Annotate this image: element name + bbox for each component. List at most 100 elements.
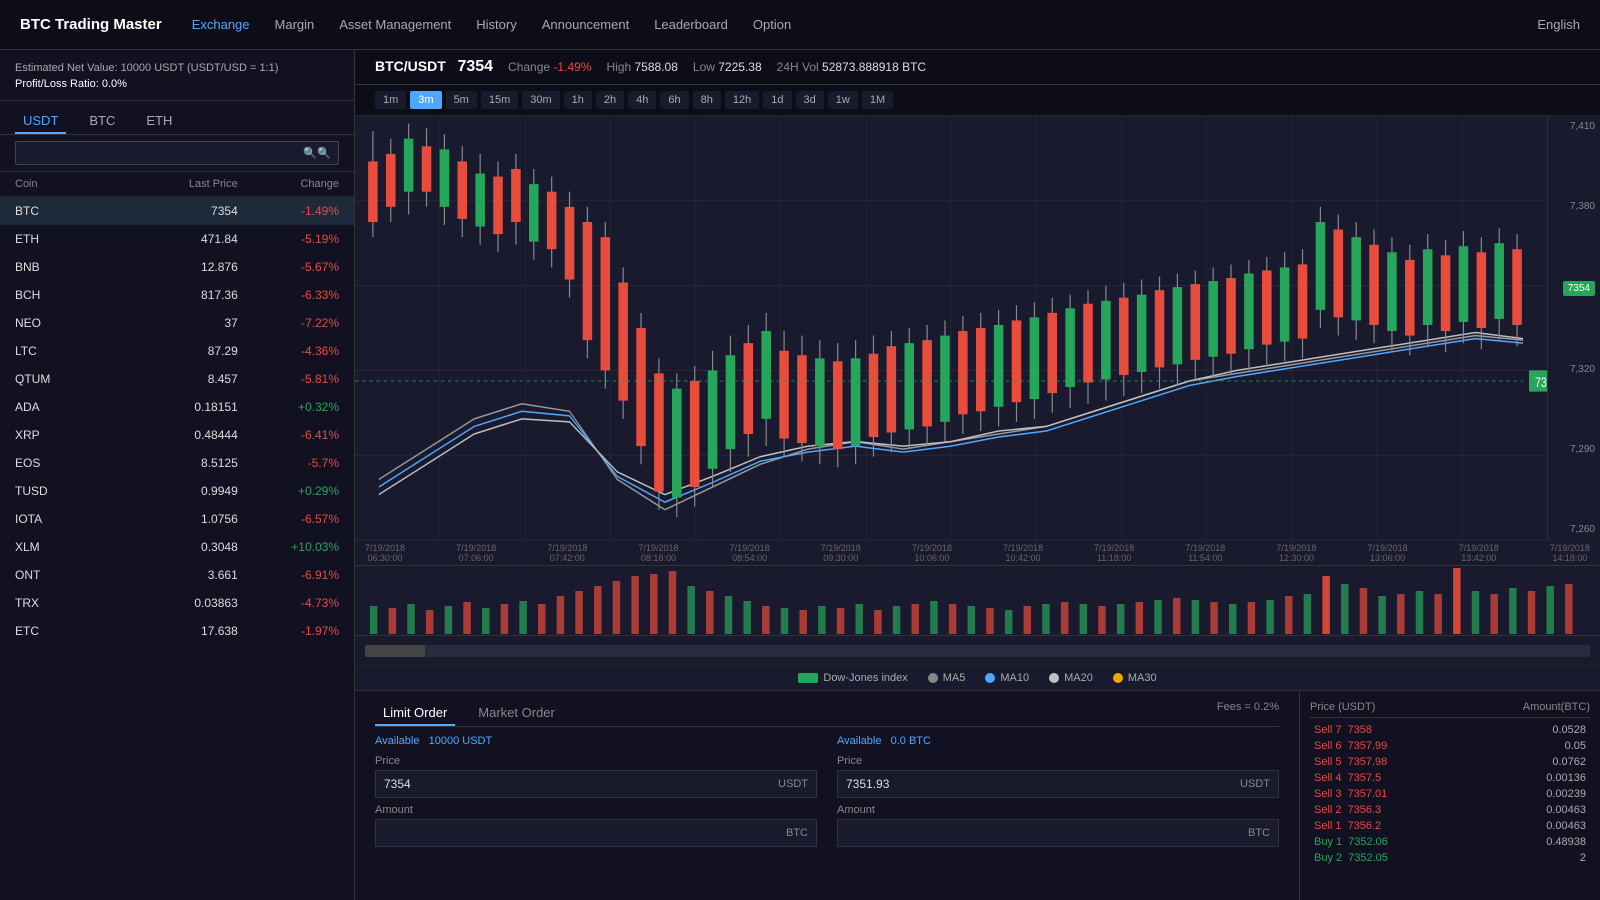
time-btn-3m[interactable]: 3m — [410, 91, 441, 109]
scroll-track — [365, 645, 1590, 657]
ob-buy-row[interactable]: Buy 27352.052 — [1310, 850, 1590, 866]
scroll-thumb[interactable] — [365, 645, 425, 657]
coin-change: -6.33% — [238, 288, 339, 302]
tab-btc[interactable]: BTC — [81, 109, 123, 134]
nav-option[interactable]: Option — [753, 17, 791, 32]
ob-sell-label: Sell 4 — [1314, 772, 1342, 784]
coin-row[interactable]: ONT 3.661 -6.91% — [0, 561, 354, 589]
ob-sell-row[interactable]: Sell 37357.010.00239 — [1310, 786, 1590, 802]
coin-change: +0.29% — [238, 484, 339, 498]
time-btn-3d[interactable]: 3d — [796, 91, 824, 109]
coin-price: 17.638 — [116, 624, 238, 638]
sell-available: Available 0.0 BTC — [837, 735, 1279, 747]
coin-name: XLM — [15, 540, 116, 554]
coin-row[interactable]: XLM 0.3048 +10.03% — [0, 533, 354, 561]
nav-history[interactable]: History — [476, 17, 516, 32]
ob-sell-row[interactable]: Sell 67357.990.05 — [1310, 738, 1590, 754]
tab-market-order[interactable]: Market Order — [470, 701, 563, 726]
nav-leaderboard[interactable]: Leaderboard — [654, 17, 728, 32]
coin-name: IOTA — [15, 512, 116, 526]
time-btn-8h[interactable]: 8h — [693, 91, 721, 109]
coin-name: TRX — [15, 596, 116, 610]
sell-amount-input[interactable] — [838, 820, 1240, 846]
coin-row[interactable]: ETH 471.84 -5.19% — [0, 225, 354, 253]
time-btn-4h[interactable]: 4h — [628, 91, 656, 109]
coin-price: 12.876 — [116, 260, 238, 274]
coin-row[interactable]: ETC 17.638 -1.97% — [0, 617, 354, 645]
ob-buy-row[interactable]: Buy 17352.060.48938 — [1310, 834, 1590, 850]
search-wrapper: 🔍 — [15, 141, 339, 165]
coin-row[interactable]: NEO 37 -7.22% — [0, 309, 354, 337]
order-book-header: Price (USDT) Amount(BTC) — [1310, 701, 1590, 718]
ob-sell-row[interactable]: Sell 27356.30.00463 — [1310, 802, 1590, 818]
ob-sell-label: Sell 3 — [1314, 788, 1342, 800]
ob-sell-row[interactable]: Sell 47357.50.00136 — [1310, 770, 1590, 786]
sell-amount-field: BTC — [837, 819, 1279, 847]
time-btn-1m[interactable]: 1m — [375, 91, 406, 109]
language-selector[interactable]: English — [1537, 17, 1580, 32]
coin-row[interactable]: EOS 8.5125 -5.7% — [0, 449, 354, 477]
time-btn-6h[interactable]: 6h — [660, 91, 688, 109]
profit-ratio-value: 0.0% — [102, 78, 127, 90]
time-btn-2h[interactable]: 2h — [596, 91, 624, 109]
coin-row[interactable]: LTC 87.29 -4.36% — [0, 337, 354, 365]
coin-row[interactable]: BCH 817.36 -6.33% — [0, 281, 354, 309]
ma-indicator — [1113, 673, 1123, 683]
ob-sell-row[interactable]: Sell 17356.20.00463 — [1310, 818, 1590, 834]
mini-scroll[interactable] — [355, 635, 1600, 665]
ob-sell-price: 7357.99 — [1348, 740, 1388, 752]
coin-row[interactable]: BNB 12.876 -5.67% — [0, 253, 354, 281]
coin-row[interactable]: BTC 7354 -1.49% — [0, 197, 354, 225]
tab-usdt[interactable]: USDT — [15, 109, 66, 134]
time-btn-12h[interactable]: 12h — [725, 91, 759, 109]
coin-row[interactable]: QTUM 8.457 -5.81% — [0, 365, 354, 393]
coin-change: -1.97% — [238, 624, 339, 638]
coin-price: 471.84 — [116, 232, 238, 246]
ob-sell-row[interactable]: Sell 57357.980.0762 — [1310, 754, 1590, 770]
nav-announcement[interactable]: Announcement — [542, 17, 629, 32]
nav-asset[interactable]: Asset Management — [339, 17, 451, 32]
tab-eth[interactable]: ETH — [138, 109, 180, 134]
time-btn-5m[interactable]: 5m — [446, 91, 477, 109]
ob-buy-price: 7352.05 — [1348, 852, 1388, 864]
nav-margin[interactable]: Margin — [275, 17, 315, 32]
buy-amount-input[interactable] — [376, 820, 778, 846]
time-btn-1d[interactable]: 1d — [763, 91, 791, 109]
coin-change: -6.41% — [238, 428, 339, 442]
coin-row[interactable]: XRP 0.48444 -6.41% — [0, 421, 354, 449]
time-btn-1m[interactable]: 1M — [862, 91, 893, 109]
time-btn-1w[interactable]: 1w — [828, 91, 858, 109]
coin-name: ADA — [15, 400, 116, 414]
sell-price-input[interactable] — [838, 771, 1232, 797]
tab-limit-order[interactable]: Limit Order — [375, 701, 455, 726]
time-btn-1h[interactable]: 1h — [564, 91, 592, 109]
time-btn-15m[interactable]: 15m — [481, 91, 518, 109]
coin-price: 0.3048 — [116, 540, 238, 554]
ob-sell-price: 7356.2 — [1348, 820, 1382, 832]
x-label: 7/19/2018 08:54:00 — [730, 543, 770, 563]
coin-row[interactable]: TUSD 0.9949 +0.29% — [0, 477, 354, 505]
candlestick-svg: 7354 — [355, 116, 1547, 540]
x-label: 7/19/2018 12:30:00 — [1276, 543, 1316, 563]
coin-row[interactable]: TRX 0.03863 -4.73% — [0, 589, 354, 617]
y-label-1: 7,410 — [1570, 121, 1595, 132]
sell-amount-label: Amount — [837, 804, 1279, 816]
time-btn-30m[interactable]: 30m — [522, 91, 559, 109]
coin-row[interactable]: ADA 0.18151 +0.32% — [0, 393, 354, 421]
nav-exchange[interactable]: Exchange — [192, 17, 250, 32]
content-area: BTC/USDT 7354 Change -1.49% High 7588.08… — [355, 50, 1600, 900]
buy-price-unit: USDT — [770, 778, 816, 790]
search-input[interactable] — [15, 141, 339, 165]
x-label: 7/19/2018 11:18:00 — [1094, 543, 1134, 563]
order-book-sells: Sell 773580.0528Sell 67357.990.05Sell 57… — [1310, 722, 1590, 834]
candlestick-chart[interactable]: 7354 — [355, 116, 1547, 540]
top-nav: BTC Trading Master Exchange Margin Asset… — [0, 0, 1600, 50]
ma-item: MA5 — [928, 672, 966, 684]
ob-sell-row[interactable]: Sell 773580.0528 — [1310, 722, 1590, 738]
coin-row[interactable]: IOTA 1.0756 -6.57% — [0, 505, 354, 533]
buy-price-input[interactable] — [376, 771, 770, 797]
chart-title-bar: BTC/USDT 7354 Change -1.49% High 7588.08… — [375, 58, 1580, 76]
high-label: High 7588.08 — [606, 60, 677, 74]
x-label: 7/19/2018 13:06:00 — [1368, 543, 1408, 563]
coin-price: 7354 — [116, 204, 238, 218]
